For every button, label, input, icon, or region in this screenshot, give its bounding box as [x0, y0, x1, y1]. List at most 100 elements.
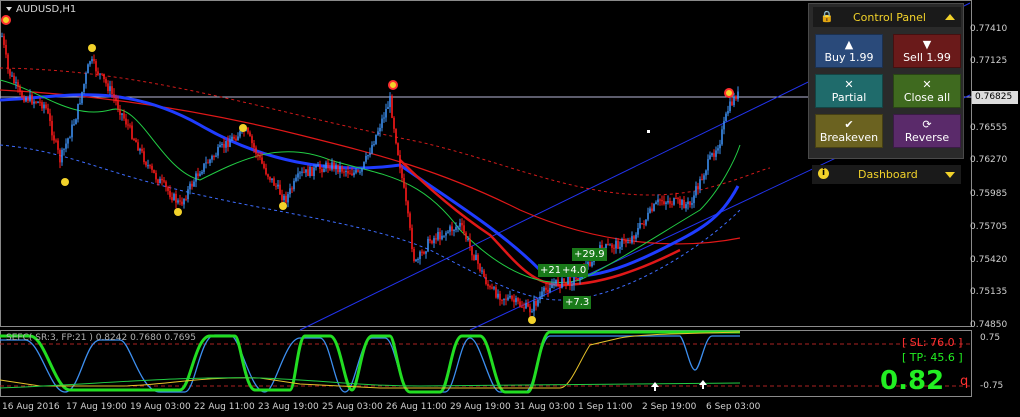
- candle-body: [413, 249, 415, 261]
- candle-body: [721, 129, 723, 145]
- candle-body: [459, 222, 461, 227]
- candle-body: [329, 168, 331, 170]
- candle-body: [633, 236, 635, 239]
- price-tick: 0.75985: [970, 189, 1008, 199]
- candle-body: [473, 255, 475, 261]
- candle-body: [253, 143, 255, 148]
- collapse-icon[interactable]: [945, 14, 955, 20]
- q-indicator: q: [960, 374, 969, 389]
- buy-button[interactable]: ▲ Buy 1.99: [815, 34, 883, 68]
- candle-body: [299, 172, 301, 174]
- trade-result-label: +7.3: [563, 296, 592, 309]
- candle-body: [433, 238, 435, 244]
- candle-body: [327, 162, 329, 169]
- candle-body: [367, 155, 369, 157]
- chevron-down-icon[interactable]: [6, 7, 12, 11]
- dashboard-header[interactable]: i Dashboard: [812, 165, 961, 184]
- candle-body: [249, 132, 251, 137]
- candle-body: [445, 232, 447, 236]
- candle-body: [643, 223, 645, 225]
- candle-body: [111, 86, 113, 94]
- candle-body: [515, 298, 517, 303]
- candle-body: [393, 117, 395, 129]
- candle-body: [319, 164, 321, 169]
- candle-body: [85, 73, 87, 84]
- candle-body: [613, 247, 615, 249]
- price-tick: 0.75135: [970, 287, 1008, 297]
- candle-body: [723, 121, 725, 130]
- time-tick: 1 Sep 11:00: [578, 402, 633, 412]
- candle-body: [629, 242, 631, 244]
- candle-body: [83, 83, 85, 92]
- candle-body: [675, 198, 677, 200]
- price-tick: 0.77410: [970, 24, 1008, 34]
- candle-body: [409, 213, 411, 228]
- candle-body: [731, 101, 733, 106]
- candle-body: [127, 124, 129, 126]
- candle-body: [237, 136, 239, 141]
- candle-body: [79, 103, 81, 105]
- info-icon: i: [818, 168, 829, 179]
- candle-body: [719, 144, 721, 149]
- candle-body: [461, 222, 463, 226]
- candle-body: [63, 148, 65, 150]
- osc-scale-tick: -0.75: [980, 381, 1004, 391]
- candle-body: [557, 279, 559, 287]
- candle-body: [165, 181, 167, 188]
- candle-body: [499, 293, 501, 300]
- candle-body: [569, 276, 571, 286]
- candle-body: [173, 193, 175, 201]
- candle-body: [51, 121, 53, 136]
- candle-body: [123, 113, 125, 119]
- price-tick: 0.74850: [970, 320, 1008, 330]
- candle-body: [339, 166, 341, 173]
- candle-body: [371, 145, 373, 154]
- candle-body: [425, 251, 427, 254]
- signal-green-ma: [0, 79, 741, 284]
- candle-body: [727, 111, 729, 114]
- candle-body: [513, 299, 515, 303]
- close-all-button[interactable]: ✕ Close all: [893, 74, 961, 108]
- control-panel-header[interactable]: 🔒 Control Panel: [813, 7, 961, 27]
- candle-body: [563, 278, 565, 283]
- candle-body: [369, 153, 371, 156]
- candle-body: [301, 171, 303, 173]
- candle-body: [671, 203, 673, 205]
- candle-body: [395, 128, 397, 144]
- candle-body: [223, 143, 225, 148]
- candle-body: [203, 163, 205, 172]
- price-tick: 0.76270: [970, 155, 1008, 165]
- candle-body: [401, 168, 403, 179]
- candle-body: [447, 231, 449, 233]
- candle-body: [449, 226, 451, 232]
- candle-body: [271, 178, 273, 181]
- candle-body: [645, 219, 647, 225]
- channel-anchor: [647, 130, 650, 133]
- sell-button[interactable]: ▼ Sell 1.99: [893, 34, 961, 68]
- candle-body: [431, 240, 433, 244]
- partial-button[interactable]: ✕ Partial: [815, 74, 883, 108]
- candle-body: [573, 277, 575, 285]
- control-panel: 🔒 Control Panel ▲ Buy 1.99 ▼ Sell 1.99 ✕ Pa…: [808, 3, 964, 159]
- candle-body: [337, 164, 339, 173]
- candle-body: [707, 159, 709, 171]
- breakeven-button[interactable]: ✔ Breakeven: [815, 114, 883, 148]
- candle-body: [635, 234, 637, 239]
- candle-body: [419, 251, 421, 259]
- candle-body: [565, 282, 567, 284]
- expand-icon[interactable]: [945, 172, 955, 178]
- candle-body: [197, 173, 199, 177]
- candle-body: [711, 153, 713, 156]
- candle-body: [353, 172, 355, 176]
- candle-body: [77, 103, 79, 120]
- candle-body: [265, 167, 267, 175]
- candle-body: [737, 91, 739, 100]
- candle-body: [733, 96, 735, 106]
- candle-body: [115, 97, 117, 102]
- reverse-button[interactable]: ⟳ Reverse: [893, 114, 961, 148]
- candle-body: [263, 163, 265, 168]
- candle-body: [297, 173, 299, 178]
- time-tick: 6 Sep 03:00: [706, 402, 761, 412]
- red-envelope: [0, 67, 771, 196]
- lock-icon[interactable]: 🔒: [820, 10, 834, 23]
